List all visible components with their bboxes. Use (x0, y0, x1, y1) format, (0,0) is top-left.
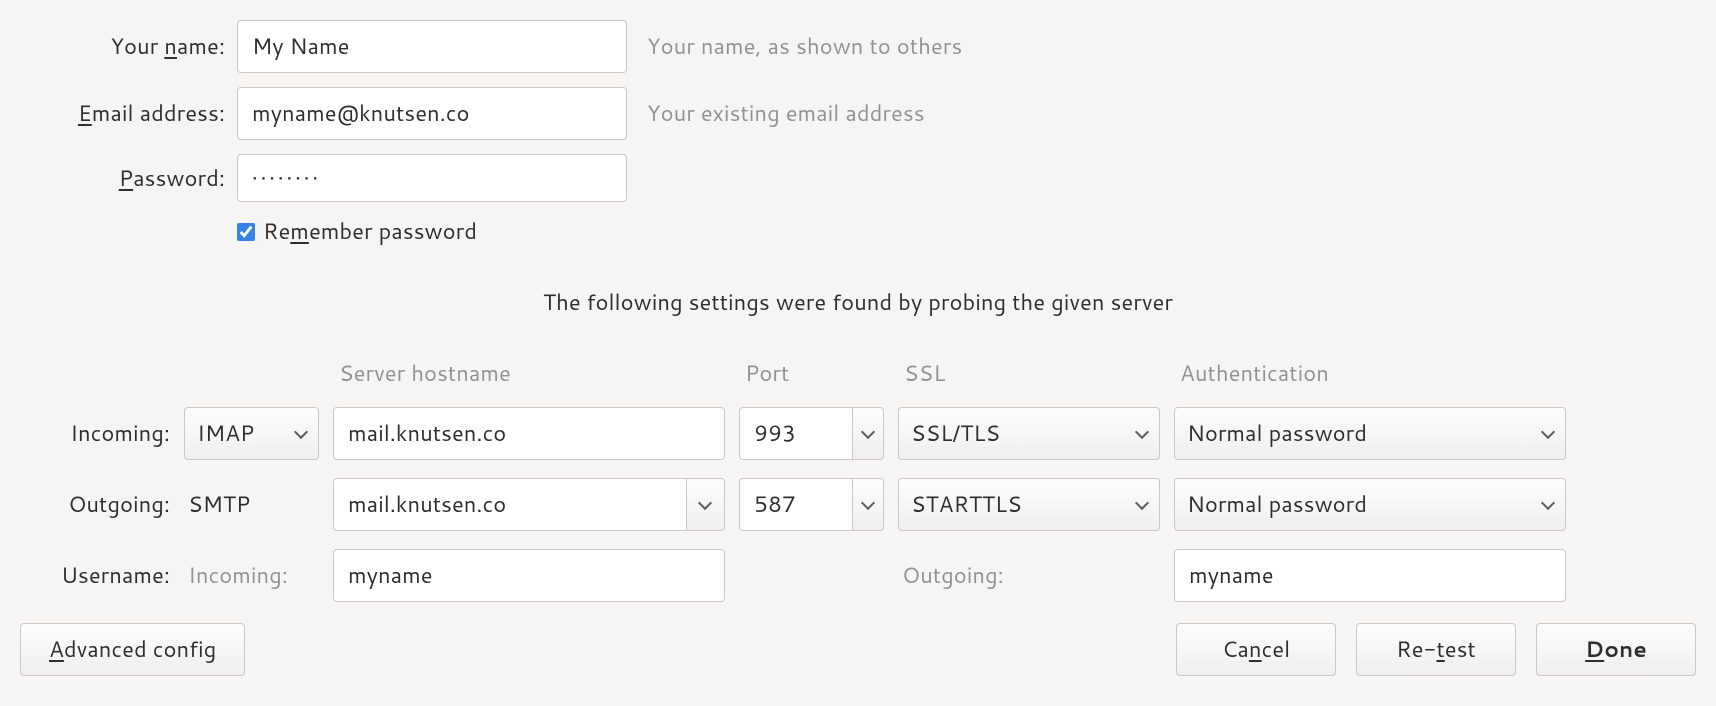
incoming-ssl-value: SSL/TLS (911, 418, 1000, 449)
incoming-hostname-input[interactable] (333, 407, 725, 460)
username-incoming-label: Incoming: (184, 560, 319, 591)
name-input[interactable] (237, 20, 627, 73)
incoming-protocol-select[interactable]: IMAP (184, 407, 319, 460)
header-port: Port (739, 358, 884, 389)
outgoing-port-dropdown-button[interactable] (852, 478, 884, 531)
chevron-down-icon (698, 495, 712, 509)
password-label: Password: (20, 163, 225, 194)
incoming-label: Incoming: (20, 418, 170, 449)
outgoing-label: Outgoing: (20, 489, 170, 520)
chevron-down-icon (1541, 495, 1555, 509)
done-button[interactable]: Done (1536, 623, 1696, 676)
header-authentication: Authentication (1174, 358, 1566, 389)
remember-password-label[interactable]: Remember password (263, 216, 477, 247)
password-input[interactable] (237, 154, 627, 202)
email-hint: Your existing email address (639, 98, 1696, 129)
outgoing-auth-value: Normal password (1187, 489, 1367, 520)
outgoing-auth-select[interactable]: Normal password (1174, 478, 1566, 531)
username-outgoing-label: Outgoing: (898, 560, 1160, 591)
outgoing-hostname-combo[interactable] (333, 478, 725, 531)
incoming-auth-select[interactable]: Normal password (1174, 407, 1566, 460)
incoming-port-dropdown-button[interactable] (852, 407, 884, 460)
outgoing-protocol-value: SMTP (184, 489, 319, 520)
outgoing-hostname-dropdown-button[interactable] (686, 478, 725, 531)
chevron-down-icon (1135, 495, 1149, 509)
username-incoming-input[interactable] (333, 549, 725, 602)
chevron-down-icon (1135, 424, 1149, 438)
outgoing-port-input[interactable] (739, 478, 852, 531)
email-label: Email address: (20, 98, 225, 129)
outgoing-port-combo[interactable] (739, 478, 884, 531)
name-label: Your name: (20, 31, 225, 62)
retest-button[interactable]: Re-test (1356, 623, 1516, 676)
cancel-button[interactable]: Cancel (1176, 623, 1336, 676)
outgoing-ssl-value: STARTTLS (911, 489, 1022, 520)
outgoing-hostname-input[interactable] (333, 478, 686, 531)
chevron-down-icon (1541, 424, 1555, 438)
email-input[interactable] (237, 87, 627, 140)
chevron-down-icon (861, 424, 875, 438)
header-server-hostname: Server hostname (333, 358, 725, 389)
header-ssl: SSL (898, 358, 1160, 389)
remember-password-checkbox[interactable] (237, 223, 255, 241)
status-message: The following settings were found by pro… (20, 287, 1696, 318)
incoming-port-combo[interactable] (739, 407, 884, 460)
username-outgoing-input[interactable] (1174, 549, 1566, 602)
advanced-config-button[interactable]: Advanced config (20, 623, 245, 676)
outgoing-ssl-select[interactable]: STARTTLS (898, 478, 1160, 531)
name-hint: Your name, as shown to others (639, 31, 1696, 62)
incoming-auth-value: Normal password (1187, 418, 1367, 449)
incoming-port-input[interactable] (739, 407, 852, 460)
username-label: Username: (20, 560, 170, 591)
incoming-protocol-value: IMAP (197, 418, 254, 449)
incoming-ssl-select[interactable]: SSL/TLS (898, 407, 1160, 460)
chevron-down-icon (861, 495, 875, 509)
chevron-down-icon (294, 424, 308, 438)
